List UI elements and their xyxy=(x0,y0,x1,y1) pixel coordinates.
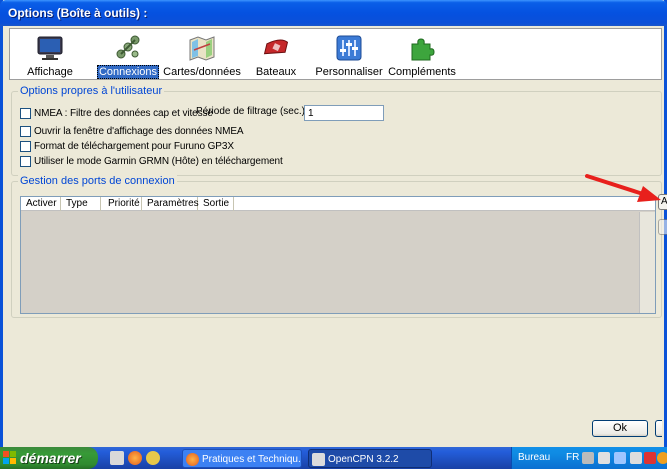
tray-language[interactable]: FR xyxy=(566,452,579,463)
ports-list[interactable]: Activer Type Priorité Paramètres Sortie xyxy=(20,196,656,314)
open-nmea-window-checkbox[interactable] xyxy=(20,126,31,137)
column-type[interactable]: Type xyxy=(61,197,101,211)
tray-app-icon[interactable] xyxy=(630,452,642,464)
tray-network-icon[interactable] xyxy=(582,452,594,464)
tray-volume-icon[interactable] xyxy=(598,452,610,464)
garmin-mode-option[interactable]: Utiliser le mode Garmin GRMN (Hôte) en t… xyxy=(20,155,283,168)
ports-title: Gestion des ports de connexion xyxy=(18,175,177,187)
title-bar[interactable]: Options (Boîte à outils) : xyxy=(0,0,667,26)
cancel-button[interactable] xyxy=(655,420,662,437)
column-parametres[interactable]: Paramètres xyxy=(142,197,199,211)
open-nmea-window-option[interactable]: Ouvrir la fenêtre d'affichage des donnée… xyxy=(20,125,244,138)
nmea-filter-option[interactable]: NMEA : Filtre des données cap et vitesse xyxy=(20,107,213,120)
ports-list-header: Activer Type Priorité Paramètres Sortie xyxy=(21,197,655,211)
options-content: Affichage Connexions Cartes/données Bate… xyxy=(7,28,667,442)
ok-button[interactable]: Ok xyxy=(592,420,648,437)
window-title: Options (Boîte à outils) : xyxy=(8,6,148,20)
remove-connection-button[interactable] xyxy=(658,219,667,235)
sliders-icon xyxy=(336,35,362,61)
garmin-mode-checkbox[interactable] xyxy=(20,156,31,167)
start-button[interactable]: démarrer xyxy=(0,447,98,469)
opencpn-task-icon xyxy=(312,453,325,466)
tray-shield-icon[interactable] xyxy=(644,452,656,464)
system-tray: Bureau FR xyxy=(511,447,667,469)
tray-monitor-icon[interactable] xyxy=(614,452,626,464)
start-label: démarrer xyxy=(20,450,81,466)
tab-affichage[interactable]: Affichage xyxy=(14,31,86,79)
nmea-filter-checkbox[interactable] xyxy=(20,108,31,119)
red-arrow-annotation xyxy=(585,174,661,202)
task-pratiques[interactable]: Pratiques et Techniqu... xyxy=(182,449,302,468)
boat-icon xyxy=(263,39,289,55)
options-window: Options (Boîte à outils) : Affichage Con… xyxy=(0,0,667,447)
filter-period-input[interactable] xyxy=(304,105,384,121)
puzzle-icon xyxy=(411,38,435,61)
calendar-icon[interactable] xyxy=(110,451,124,465)
ports-list-scrollbar[interactable] xyxy=(639,212,655,313)
taskbar: démarrer Pratiques et Techniqu... OpenCP… xyxy=(0,447,667,469)
tab-cartes-donnees[interactable]: Cartes/données xyxy=(162,31,242,79)
column-priorite[interactable]: Priorité xyxy=(101,197,142,211)
filter-period-label: Période de filtrage (sec.) xyxy=(196,106,305,117)
monitor-icon xyxy=(37,36,63,60)
tab-bateaux[interactable]: Bateaux xyxy=(246,31,306,79)
media-icon[interactable] xyxy=(146,451,160,465)
ports-group: Gestion des ports de connexion Activer T… xyxy=(11,175,662,318)
task-opencpn[interactable]: OpenCPN 3.2.2 xyxy=(308,449,432,468)
user-options-group: Options propres à l'utilisateur NMEA : F… xyxy=(11,85,662,176)
charts-icon xyxy=(189,36,215,61)
firefox-icon[interactable] xyxy=(128,451,142,465)
firefox-task-icon xyxy=(186,453,199,466)
tab-connexions[interactable]: Connexions xyxy=(96,31,160,79)
windows-flag-icon xyxy=(3,451,16,464)
tab-complements[interactable]: Compléments xyxy=(388,31,456,79)
tab-personnaliser[interactable]: Personnaliser xyxy=(314,31,384,79)
tray-update-icon[interactable] xyxy=(657,452,667,464)
column-sortie[interactable]: Sortie xyxy=(198,197,234,211)
user-options-title: Options propres à l'utilisateur xyxy=(18,85,165,97)
column-activer[interactable]: Activer xyxy=(21,197,61,211)
furuno-format-option[interactable]: Format de téléchargement pour Furuno GP3… xyxy=(20,140,234,153)
tray-bureau-label[interactable]: Bureau xyxy=(518,452,550,463)
furuno-format-checkbox[interactable] xyxy=(20,141,31,152)
tab-connexions-label: Connexions xyxy=(96,65,160,79)
options-toolbar: Affichage Connexions Cartes/données Bate… xyxy=(9,28,662,80)
connections-icon xyxy=(116,35,140,59)
